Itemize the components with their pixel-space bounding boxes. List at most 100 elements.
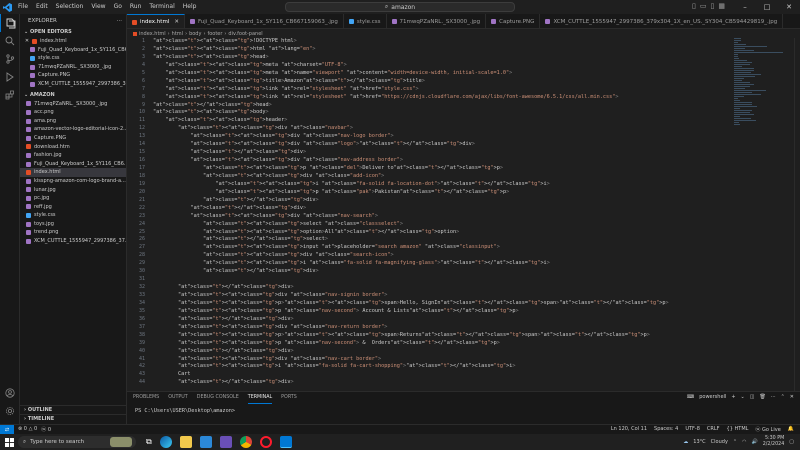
breadcrumb-item[interactable]: html [172, 31, 183, 37]
code-line[interactable]: "at">class="t"><"at">class="tg">p "at">c… [153, 308, 733, 316]
file-item[interactable]: fashion.jpg [20, 151, 126, 160]
breadcrumb-item[interactable]: index.html [139, 31, 166, 37]
minimap[interactable] [734, 38, 794, 138]
extensions-icon[interactable] [0, 86, 20, 104]
code-line[interactable]: "at">class="t"><"at">class="tg">option>A… [153, 229, 733, 237]
minimize-icon[interactable]: – [734, 3, 756, 11]
code-line[interactable]: "at">class="t"><"at">class="tg">p "at">c… [153, 340, 733, 348]
cursor-position[interactable]: Ln 120, Col 11 [611, 426, 647, 433]
chrome-browser-icon[interactable] [239, 436, 252, 448]
code-line[interactable]: "at">class="t"></"at">class="tg">div> [153, 348, 733, 356]
code-line[interactable]: "at">class="t"><"at">class="tg">p>"at">c… [153, 300, 733, 308]
more-actions-icon[interactable]: ··· [771, 394, 776, 400]
code-line[interactable]: "at">class="t"></"at">class="tg">div> [153, 284, 733, 292]
split-terminal-icon[interactable]: ◫ [750, 394, 755, 400]
menu-view[interactable]: View [87, 0, 109, 14]
open-editor-item[interactable]: style.css [20, 54, 126, 63]
close-icon[interactable]: ✕ [778, 3, 800, 11]
code-line[interactable]: "at">class="t"><"at">class="tg">html "at… [153, 46, 733, 54]
indentation[interactable]: Spaces: 4 [654, 426, 678, 433]
code-line[interactable]: "at">class="t"><"at">class="tg">link "at… [153, 86, 733, 94]
toggle-secondary-sidebar-icon[interactable]: ▯ [711, 2, 715, 10]
trash-icon[interactable]: 🗑 [759, 394, 765, 400]
encoding[interactable]: UTF-8 [685, 426, 700, 433]
code-line[interactable]: "at">class="t"></"at">class="tg">div> [153, 268, 733, 276]
menu-help[interactable]: Help [179, 0, 201, 14]
source-control-icon[interactable] [0, 50, 20, 68]
open-editors-header[interactable]: ⌄ OPEN EDITORS [20, 28, 126, 37]
more-actions-icon[interactable]: ··· [117, 14, 122, 28]
open-editor-item[interactable]: 71mwqPZaNRL._SX3000_.jpg [20, 63, 126, 72]
weather-condition[interactable]: Cloudy [711, 439, 728, 445]
file-item[interactable]: 71mwqPZaNRL._SX3000_.jpg [20, 100, 126, 109]
chevron-up-icon[interactable]: ⌃ [733, 439, 737, 445]
notifications-bell-icon[interactable]: 🔔 [788, 426, 794, 433]
remote-icon[interactable]: ⇄ [0, 424, 14, 435]
code-line[interactable]: "at">class="t"><"at">class="tg">div "at"… [153, 173, 733, 181]
open-editor-item[interactable]: Fuji_Quad_Keyboard_1x_SY116_CB667159063_… [20, 46, 126, 55]
code-line[interactable]: "at">class="t"><"at">class="tg">head> [153, 54, 733, 62]
taskbar-search-box[interactable]: ⌕ Type here to search [18, 436, 136, 448]
code-line[interactable]: "at">class="t"><"at">class="tg">header> [153, 117, 733, 125]
code-line[interactable]: "at">class="t"><"at">class="tg">div "at"… [153, 157, 733, 165]
file-item[interactable]: amazon-vector-logo-editorial-icon-2... [20, 125, 126, 134]
run-debug-icon[interactable] [0, 68, 20, 86]
opera-browser-icon[interactable] [259, 436, 272, 448]
breadcrumb-item[interactable]: footer [207, 31, 222, 37]
line-ending[interactable]: CRLF [707, 426, 720, 433]
file-item-selected[interactable]: index.html [20, 168, 126, 177]
notification-center-icon[interactable]: ▢ [789, 439, 794, 445]
menu-file[interactable]: File [14, 0, 32, 14]
file-explorer-icon[interactable] [179, 436, 192, 448]
toggle-panel-icon[interactable]: ▭ [700, 2, 707, 10]
project-folder-header[interactable]: ⌄ AMAZON [20, 91, 126, 100]
code-line[interactable]: "at">class="t"><"at">class="tg">meta "at… [153, 62, 733, 70]
volume-icon[interactable]: 🔊 [751, 439, 757, 445]
command-center-search[interactable]: ⌕ amazon [285, 2, 515, 12]
tab-image[interactable]: 71mwqPZaNRL._SX3000_.jpg [387, 14, 487, 28]
tab-output[interactable]: OUTPUT [168, 392, 188, 404]
code-line[interactable]: "at">class="t"></"at">class="tg">head> [153, 102, 733, 110]
code-line[interactable] [153, 276, 733, 284]
code-line[interactable]: "at">class="t"><"at">class="tg">div "at"… [153, 252, 733, 260]
task-view-icon[interactable]: ⧉ [146, 437, 152, 447]
code-editor[interactable]: 1 2 3 4 5 6 7 8 9 10 11 12 13 14 15 16 17 18 19 20 21 22 23 24 2… [127, 38, 800, 391]
code-line[interactable]: "at">class="t"><"at">class="tg">div "at"… [153, 292, 733, 300]
file-item[interactable]: kisspng-amazon-com-logo-brand-a... [20, 177, 126, 186]
code-line[interactable]: "at">class="t"><"at">class="tg">input "a… [153, 244, 733, 252]
toggle-sidebar-icon[interactable]: ▯ [692, 2, 696, 10]
code-line[interactable]: "at">class="t"><"at">class="tg">div "at"… [153, 324, 733, 332]
menu-edit[interactable]: Edit [32, 0, 52, 14]
menu-selection[interactable]: Selection [52, 0, 88, 14]
tab-ports[interactable]: PORTS [281, 392, 297, 404]
network-icon[interactable]: ◠ [742, 439, 746, 445]
code-line[interactable]: "at">class="t"></"at">class="tg">div> [153, 197, 733, 205]
code-line[interactable]: "at">class="t"><"at">class="tg">div "at"… [153, 133, 733, 141]
tab-image[interactable]: Fuji_Quad_Keyboard_1x_SY116_CB667159063_… [185, 14, 344, 28]
outline-header[interactable]: › OUTLINE [20, 405, 126, 414]
code-line[interactable]: "at">class="t"></"at">class="tg">div> [153, 205, 733, 213]
vscode-taskbar-icon[interactable] [279, 436, 292, 448]
code-line[interactable]: "at">class="t"></"at">class="tg">select> [153, 236, 733, 244]
weather-temperature[interactable]: 13°C [693, 439, 705, 445]
breadcrumb-item[interactable]: div.foot-panel [228, 31, 262, 37]
code-line[interactable]: "at">class="t"></"at">class="tg">div> [153, 379, 733, 387]
code-line[interactable]: "at">class="t"><"at">class="tg">title>Am… [153, 78, 733, 86]
menu-go[interactable]: Go [110, 0, 126, 14]
code-line[interactable]: "at">class="t"><"at">class="tg">meta "at… [153, 70, 733, 78]
errors-status[interactable]: ⊗ 0 △ 0 [18, 426, 37, 433]
tab-debug-console[interactable]: DEBUG CONSOLE [197, 392, 239, 404]
code-line[interactable]: Cart [153, 371, 733, 379]
close-icon[interactable]: ✕ [790, 394, 794, 400]
add-terminal-icon[interactable]: + [731, 394, 735, 400]
code-line[interactable]: "at">class="t"><"at">class="tg">i "at">c… [153, 260, 733, 268]
maximize-icon[interactable]: □ [756, 3, 778, 11]
windows-start-icon[interactable] [0, 434, 18, 450]
code-line[interactable]: "at">class="t"><"at">class="tg">p "at">c… [153, 165, 733, 173]
go-live-button[interactable]: ⓦ Go Live [755, 426, 780, 433]
code-line[interactable]: "at">class="t"><"at">class="tg">!DOCTYPE… [153, 38, 733, 46]
tab-problems[interactable]: PROBLEMS [133, 392, 159, 404]
code-line[interactable]: "at">class="t"><"at">class="tg">body> [153, 109, 733, 117]
tab-style-css[interactable]: style.css [344, 14, 387, 28]
tab-image[interactable]: XCM_CUTTLE_1555947_2997386_379x304_1X_en… [540, 14, 784, 28]
